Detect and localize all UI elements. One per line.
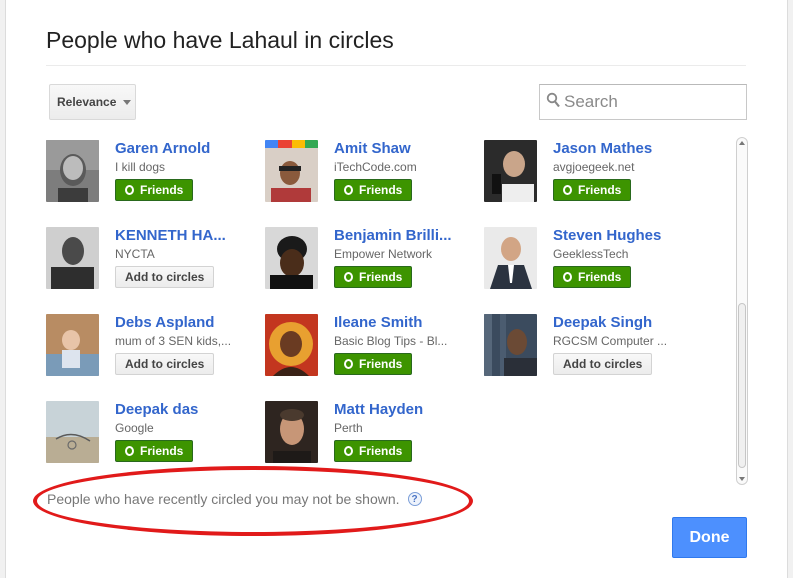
avatar[interactable] (484, 140, 537, 202)
friends-button[interactable]: Friends (334, 353, 413, 375)
scrollbar-thumb[interactable] (738, 303, 746, 468)
circle-icon (563, 272, 572, 282)
person-card: Amit Shaw iTechCode.com Friends (265, 140, 480, 210)
person-card: Debs Aspland mum of 3 SEN kids,... Add t… (46, 314, 261, 384)
circles-dialog: People who have Lahaul in circles Releva… (5, 0, 788, 578)
friends-button-label: Friends (359, 183, 403, 197)
annotation-ellipse (33, 466, 473, 536)
circle-icon (563, 185, 572, 195)
friends-button-label: Friends (359, 444, 403, 458)
friends-button[interactable]: Friends (115, 440, 194, 462)
person-subtitle: Google (115, 421, 154, 435)
person-name-link[interactable]: Deepak Singh (553, 314, 652, 331)
person-card: Ileane Smith Basic Blog Tips - Bl... Fri… (265, 314, 480, 384)
scroll-up-arrow-icon[interactable] (739, 141, 745, 145)
person-card: Deepak Singh RGCSM Computer ... Add to c… (484, 314, 699, 384)
scroll-down-arrow-icon[interactable] (739, 477, 745, 481)
scrollbar[interactable] (736, 137, 748, 485)
circle-icon (344, 185, 353, 195)
friends-button[interactable]: Friends (334, 266, 413, 288)
friends-button[interactable]: Friends (115, 179, 194, 201)
person-card: Deepak das Google Friends (46, 401, 261, 471)
avatar[interactable] (46, 401, 99, 463)
friends-button-label: Friends (140, 183, 184, 197)
add-to-circles-button[interactable]: Add to circles (553, 353, 653, 375)
friends-button[interactable]: Friends (334, 179, 413, 201)
person-name-link[interactable]: Steven Hughes (553, 227, 661, 244)
friends-button-label: Friends (140, 444, 184, 458)
add-to-circles-button[interactable]: Add to circles (115, 353, 215, 375)
chevron-down-icon (123, 99, 132, 105)
search-icon (546, 92, 564, 113)
person-subtitle: avgjoegeek.net (553, 160, 635, 174)
person-card: Steven Hughes GeeklessTech Friends (484, 227, 699, 297)
person-name-link[interactable]: Jason Mathes (553, 140, 652, 157)
avatar[interactable] (484, 314, 537, 376)
avatar[interactable] (265, 401, 318, 463)
friends-button-label: Friends (359, 270, 403, 284)
person-subtitle: I kill dogs (115, 160, 166, 174)
friends-button[interactable]: Friends (553, 179, 632, 201)
add-to-circles-button[interactable]: Add to circles (115, 266, 215, 288)
person-card: Matt Hayden Perth Friends (265, 401, 480, 471)
avatar[interactable] (484, 227, 537, 289)
avatar[interactable] (265, 227, 318, 289)
circle-icon (125, 446, 134, 456)
person-card: Garen Arnold I kill dogs Friends (46, 140, 261, 210)
person-card: KENNETH HA... NYCTA Add to circles (46, 227, 261, 297)
avatar[interactable] (265, 314, 318, 376)
person-name-link[interactable]: Garen Arnold (115, 140, 210, 157)
person-name-link[interactable]: Matt Hayden (334, 401, 423, 418)
friends-button-label: Friends (359, 357, 403, 371)
person-name-link[interactable]: KENNETH HA... (115, 227, 226, 244)
avatar[interactable] (265, 140, 318, 202)
circle-icon (344, 359, 353, 369)
friends-button[interactable]: Friends (334, 440, 413, 462)
circle-icon (125, 185, 134, 195)
person-subtitle: NYCTA (115, 247, 155, 261)
friends-button[interactable]: Friends (553, 266, 632, 288)
person-subtitle: RGCSM Computer ... (553, 334, 668, 348)
friends-button-label: Friends (578, 270, 622, 284)
avatar[interactable] (46, 314, 99, 376)
search-input[interactable] (564, 92, 734, 112)
avatar[interactable] (46, 140, 99, 202)
person-name-link[interactable]: Deepak das (115, 401, 198, 418)
dialog-title: People who have Lahaul in circles (46, 27, 394, 53)
person-name-link[interactable]: Amit Shaw (334, 140, 411, 157)
sort-dropdown[interactable]: Relevance (49, 84, 136, 120)
circle-icon (344, 446, 353, 456)
person-name-link[interactable]: Ileane Smith (334, 314, 422, 331)
title-divider (46, 65, 746, 66)
person-subtitle: Perth (334, 421, 363, 435)
done-button[interactable]: Done (672, 517, 747, 558)
person-subtitle: iTechCode.com (334, 160, 417, 174)
person-subtitle: GeeklessTech (553, 247, 629, 261)
person-name-link[interactable]: Debs Aspland (115, 314, 214, 331)
person-card: Benjamin Brilli... Empower Network Frien… (265, 227, 480, 297)
friends-button-label: Friends (578, 183, 622, 197)
person-subtitle: Empower Network (334, 247, 433, 261)
person-name-link[interactable]: Benjamin Brilli... (334, 227, 452, 244)
person-subtitle: mum of 3 SEN kids,... (115, 334, 232, 348)
person-card: Jason Mathes avgjoegeek.net Friends (484, 140, 699, 210)
search-box[interactable] (539, 84, 747, 120)
person-subtitle: Basic Blog Tips - Bl... (334, 334, 448, 348)
avatar[interactable] (46, 227, 99, 289)
circle-icon (344, 272, 353, 282)
sort-dropdown-label: Relevance (57, 95, 117, 109)
